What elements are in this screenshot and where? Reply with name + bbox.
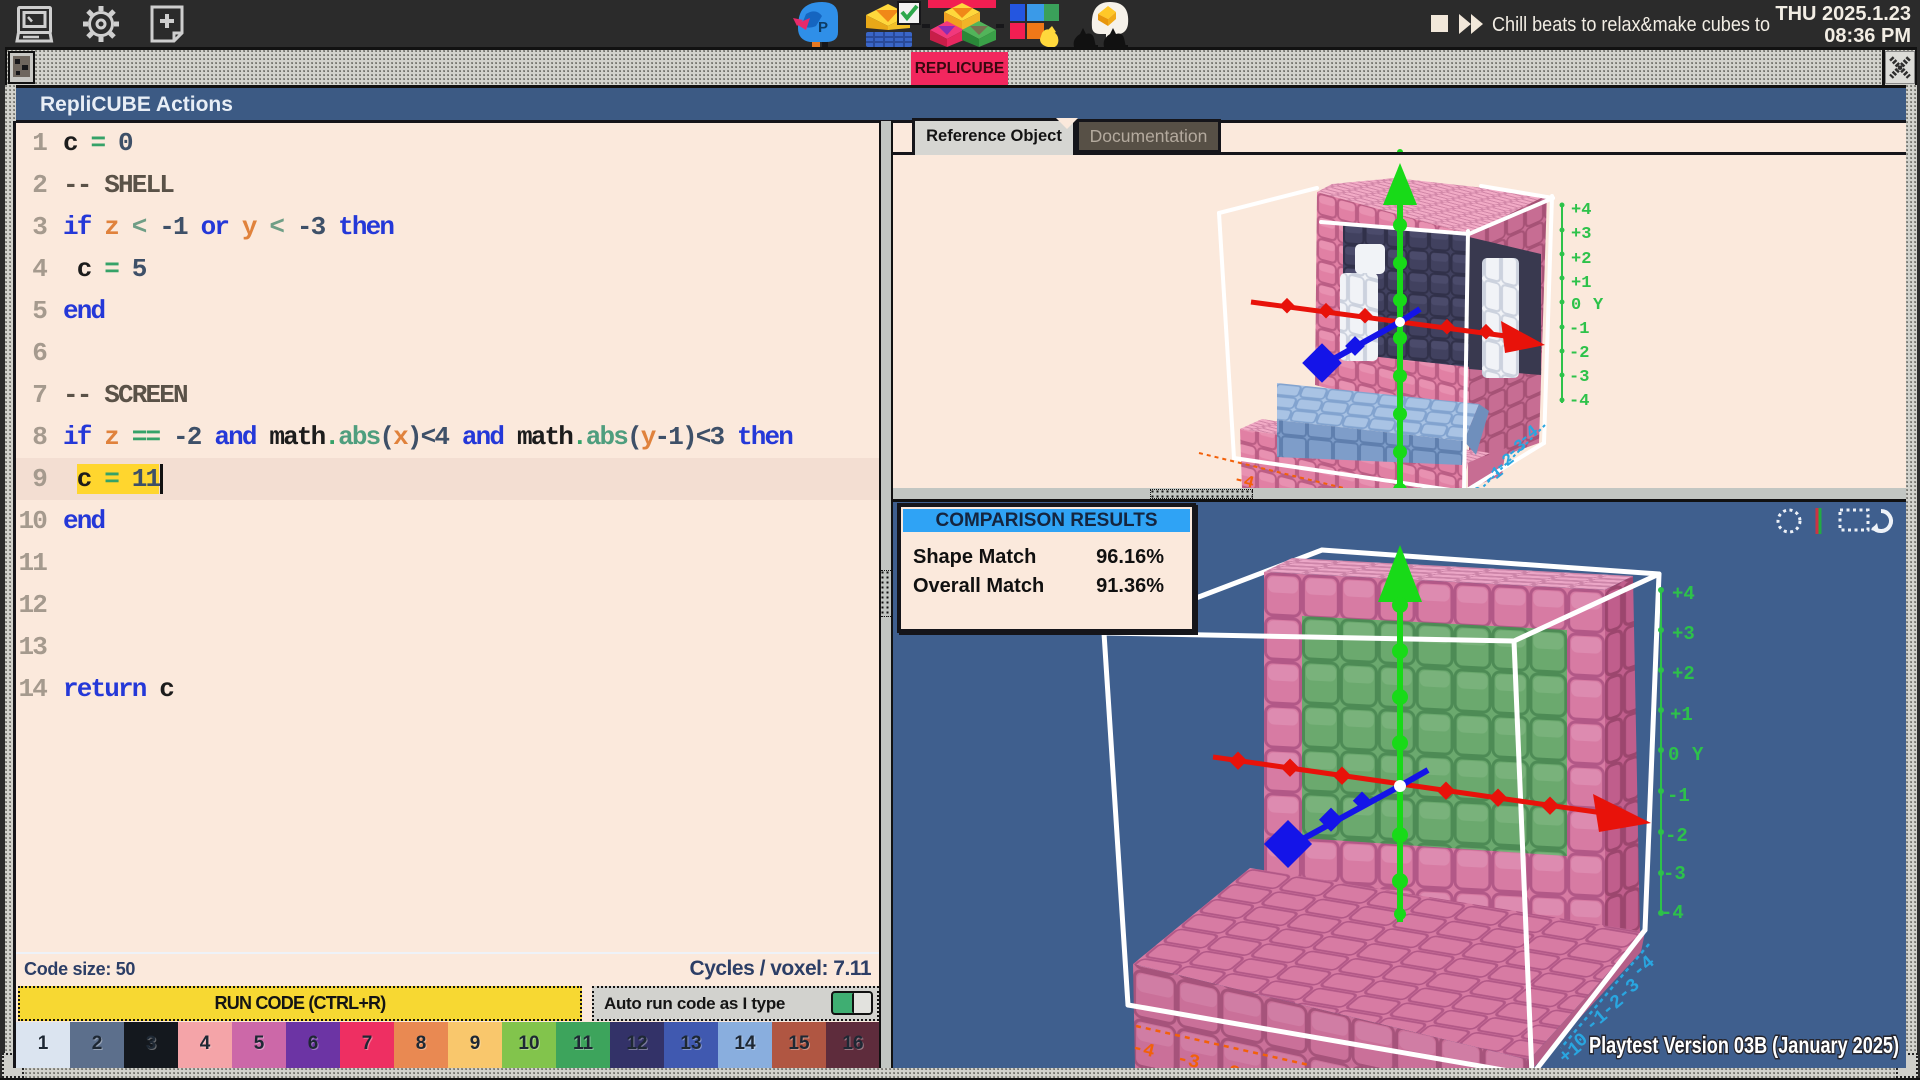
svg-text:-3: -3 — [1569, 368, 1589, 387]
svg-text:-4: -4 — [1130, 1036, 1157, 1063]
svg-text:+1: +1 — [1571, 274, 1591, 293]
svg-text:Y: Y — [1593, 296, 1604, 315]
svg-text:-2: -2 — [1665, 825, 1688, 847]
svg-text:-1: -1 — [1569, 320, 1589, 339]
svg-text:08:36 PM: 08:36 PM — [1824, 25, 1911, 47]
svg-text:-4: -4 — [1661, 902, 1684, 924]
svg-text:+4: +4 — [1672, 583, 1695, 605]
svg-text:-3: -3 — [1663, 863, 1686, 885]
svg-text:+1: +1 — [1670, 704, 1693, 726]
svg-text:0: 0 — [1571, 296, 1581, 315]
svg-text:+3: +3 — [1571, 225, 1591, 244]
svg-text:Chill beats to relax&make cube: Chill beats to relax&make cubes to — [1492, 14, 1770, 36]
svg-text:-1: -1 — [1667, 785, 1690, 807]
svg-text:+2: +2 — [1672, 663, 1695, 685]
svg-text:Playtest Version 03B (January: Playtest Version 03B (January 2025) — [1589, 1032, 1899, 1058]
svg-text:+3: +3 — [1672, 623, 1695, 645]
svg-text:+4: +4 — [1571, 201, 1591, 220]
svg-text:-2: -2 — [1569, 344, 1589, 363]
svg-text:THU 2025.1.23: THU 2025.1.23 — [1775, 3, 1911, 25]
svg-text:0: 0 — [1668, 744, 1679, 766]
svg-text:P: P — [818, 19, 828, 36]
svg-text:Y: Y — [1692, 744, 1704, 766]
svg-text:-4: -4 — [1569, 392, 1589, 411]
svg-text:+2: +2 — [1571, 250, 1591, 269]
